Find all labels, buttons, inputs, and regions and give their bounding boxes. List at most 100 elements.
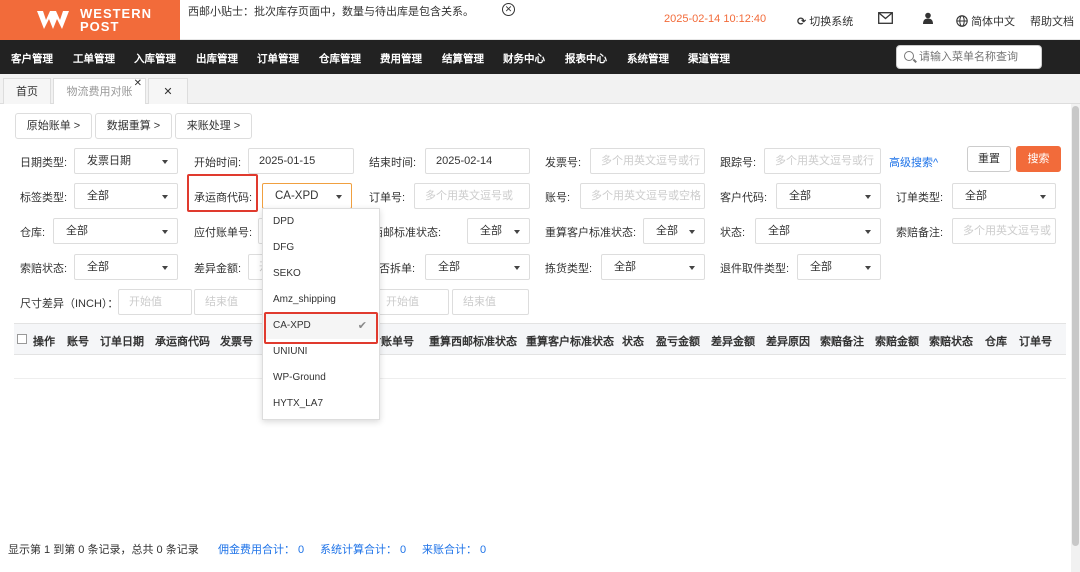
nav-customer[interactable]: 客户管理 <box>11 51 53 66</box>
tag-type-select[interactable]: 全部 <box>74 183 178 209</box>
reset-button[interactable]: 重置 <box>967 146 1011 172</box>
end-time-input[interactable]: 2025-02-14 <box>425 148 530 174</box>
nav-fee[interactable]: 费用管理 <box>380 51 422 66</box>
warehouse-label: 仓库: <box>20 227 46 239</box>
refresh-icon: ⟳ <box>797 16 807 28</box>
order-no-label: 订单号: <box>369 192 406 204</box>
col-action: 操作 <box>33 336 55 348</box>
extra-range-start-input[interactable]: 开始值 <box>375 289 449 315</box>
col-account: 账号 <box>67 336 89 348</box>
col-diff-amount: 差异金额 <box>711 336 755 348</box>
carrier-option[interactable]: SEKO <box>263 261 379 287</box>
account-no-label: 账号: <box>545 192 571 204</box>
recalc-button[interactable]: 数据重算 > <box>95 113 172 139</box>
date-type-label: 日期类型: <box>20 157 68 169</box>
col-claim-amount: 索赔金额 <box>875 336 919 348</box>
nav-inbound[interactable]: 入库管理 <box>134 51 176 66</box>
scrollbar-thumb[interactable] <box>1072 106 1079 546</box>
size-diff-start-input[interactable]: 开始值 <box>118 289 192 315</box>
menu-search-box[interactable] <box>896 45 1042 69</box>
advanced-search-link[interactable]: 高级搜索^ <box>889 154 938 170</box>
recalc-wp-status-select[interactable]: 全部 <box>467 218 530 244</box>
system-calc-total: 系统计算合计： 0 <box>320 544 407 556</box>
page-tabs: 首页 物流费用对账 ✕ ✕ <box>0 74 1080 104</box>
nav-system[interactable]: 系统管理 <box>627 51 669 66</box>
carrier-option[interactable]: DPD <box>263 209 379 235</box>
return-type-select[interactable]: 全部 <box>797 254 881 280</box>
table-header: 操作 账号 订单日期 承运商代码 发票号 应付账单号 重算西邮标准状态 重算客户… <box>14 323 1066 355</box>
nav-settlement[interactable]: 结算管理 <box>442 51 484 66</box>
table-empty-row <box>14 355 1066 379</box>
tracking-no-input[interactable]: 多个用英文逗号或行 <box>764 148 881 174</box>
nav-order[interactable]: 订单管理 <box>257 51 299 66</box>
recalc-cust-status-select[interactable]: 全部 <box>643 218 705 244</box>
tab-close-icon[interactable]: ✕ <box>134 71 142 97</box>
raw-bill-button[interactable]: 原始账单 > <box>15 113 92 139</box>
select-all-checkbox[interactable] <box>17 334 27 344</box>
help-docs-link[interactable]: 帮助文档 <box>1030 13 1074 29</box>
selected-option-highlight <box>264 312 378 344</box>
language-selector[interactable]: 简体中文 <box>956 13 1015 29</box>
menu-search-input[interactable] <box>919 49 1037 65</box>
customer-code-select[interactable]: 全部 <box>776 183 881 209</box>
nav-outbound[interactable]: 出库管理 <box>196 51 238 66</box>
claim-status-select[interactable]: 全部 <box>74 254 178 280</box>
nav-finance[interactable]: 财务中心 <box>503 51 545 66</box>
claim-remark-input[interactable]: 多个用英文逗号或 <box>952 218 1056 244</box>
nav-warehouse[interactable]: 仓库管理 <box>319 51 361 66</box>
commission-total: 佣金费用合计： 0 <box>218 544 305 556</box>
current-datetime: 2025-02-14 10:12:40 <box>664 13 767 25</box>
logo[interactable]: WESTERN POST <box>0 0 180 40</box>
claim-remark-label: 索赔备注: <box>896 227 944 239</box>
incoming-process-button[interactable]: 来账处理 > <box>175 113 252 139</box>
search-button[interactable]: 搜索 <box>1016 146 1061 172</box>
diff-amount-label: 差异金额: <box>194 263 242 275</box>
table-footer: 显示第 1 到第 0 条记录，总共 0 条记录 佣金费用合计： 0 系统计算合计… <box>0 541 1080 559</box>
order-type-select[interactable]: 全部 <box>952 183 1056 209</box>
order-no-input[interactable]: 多个用英文逗号或 <box>414 183 530 209</box>
mail-icon[interactable] <box>878 12 893 27</box>
col-invoice-no: 发票号 <box>220 336 253 348</box>
tab-home[interactable]: 首页 <box>3 78 51 104</box>
page-scrollbar[interactable] <box>1071 104 1080 572</box>
extra-range-end-input[interactable]: 结束值 <box>452 289 529 315</box>
col-recalc-wp-status: 重算西邮标准状态 <box>429 336 517 348</box>
tracking-no-label: 跟踪号: <box>720 157 757 169</box>
carrier-code-select[interactable]: CA-XPD <box>262 183 352 209</box>
nav-ticket[interactable]: 工单管理 <box>73 51 115 66</box>
carrier-option[interactable]: WP-Ground <box>263 365 379 391</box>
carrier-option[interactable]: Amz_shipping <box>263 287 379 313</box>
nav-report[interactable]: 报表中心 <box>565 51 607 66</box>
pick-type-select[interactable]: 全部 <box>601 254 705 280</box>
customer-code-label: 客户代码: <box>720 192 768 204</box>
carrier-code-label: 承运商代码: <box>194 192 253 204</box>
start-time-input[interactable]: 2025-01-15 <box>248 148 354 174</box>
tip-close-icon[interactable]: ✕ <box>502 3 515 16</box>
close-all-tabs-icon[interactable]: ✕ <box>148 78 188 104</box>
nav-channel[interactable]: 渠道管理 <box>688 51 730 66</box>
switch-system-button[interactable]: ⟳ 切换系统 <box>797 13 853 29</box>
invoice-no-input[interactable]: 多个用英文逗号或行 <box>590 148 705 174</box>
carrier-option[interactable]: HYTX_LA7 <box>263 391 379 417</box>
split-order-select[interactable]: 全部 <box>425 254 530 280</box>
recalc-cust-status-label: 重算客户标准状态: <box>545 227 637 239</box>
switch-system-label: 切换系统 <box>809 16 854 28</box>
top-bar: WESTERN POST 西邮小贴士：批次库存页面中，数量与待出库是包含关系。 … <box>0 0 1080 40</box>
date-type-select[interactable]: 发票日期 <box>74 148 178 174</box>
user-icon[interactable] <box>923 12 933 27</box>
warehouse-select[interactable]: 全部 <box>53 218 178 244</box>
col-diff-reason: 差异原因 <box>766 336 810 348</box>
tab-logistics-reconcile[interactable]: 物流费用对账 ✕ <box>53 78 146 104</box>
tab-logistics-reconcile-label: 物流费用对账 <box>66 86 133 98</box>
account-no-input[interactable]: 多个用英文逗号或空格 <box>580 183 705 209</box>
col-profit-loss: 盈亏金额 <box>656 336 700 348</box>
records-summary: 显示第 1 到第 0 条记录，总共 0 条记录 <box>8 544 199 556</box>
status-select[interactable]: 全部 <box>755 218 881 244</box>
carrier-option[interactable]: DFG <box>263 235 379 261</box>
search-icon <box>904 51 914 61</box>
size-diff-end-input[interactable]: 结束值 <box>194 289 268 315</box>
col-status: 状态 <box>622 336 644 348</box>
return-type-label: 退件取件类型: <box>720 263 790 275</box>
col-order-date: 订单日期 <box>100 336 144 348</box>
tag-type-label: 标签类型: <box>20 192 68 204</box>
